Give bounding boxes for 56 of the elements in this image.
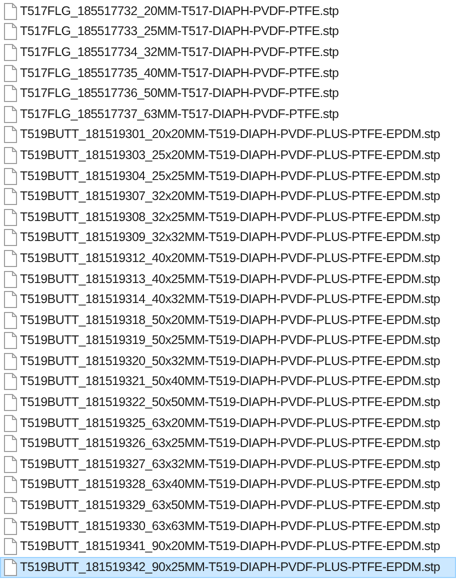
- file-item[interactable]: T519BUTT_181519319_50x25MM-T519-DIAPH-PVDF-PLUS-PTFE-EPDM.stp: [0, 330, 456, 352]
- file-item[interactable]: T519BUTT_181519312_40x20MM-T519-DIAPH-PVDF-PLUS-PTFE-EPDM.stp: [0, 248, 456, 269]
- document-icon: [4, 291, 17, 308]
- file-item[interactable]: T519BUTT_181519322_50x50MM-T519-DIAPH-PVDF-PLUS-PTFE-EPDM.stp: [0, 392, 456, 413]
- document-icon: [4, 518, 17, 535]
- file-item[interactable]: T517FLG_185517736_50MM-T517-DIAPH-PVDF-PTFE.stp: [0, 83, 456, 104]
- file-item[interactable]: T517FLG_185517734_32MM-T517-DIAPH-PVDF-PTFE.stp: [0, 42, 456, 63]
- document-icon: [4, 168, 17, 185]
- document-icon: [4, 146, 17, 164]
- document-icon: [4, 558, 17, 576]
- file-item[interactable]: T517FLG_185517737_63MM-T517-DIAPH-PVDF-PTFE.stp: [0, 104, 456, 125]
- file-item[interactable]: T519BUTT_181519309_32x32MM-T519-DIAPH-PVDF-PLUS-PTFE-EPDM.stp: [0, 228, 456, 248]
- document-icon: [4, 23, 17, 40]
- document-icon: [4, 44, 17, 61]
- file-item[interactable]: T519BUTT_181519318_50x20MM-T519-DIAPH-PVDF-PLUS-PTFE-EPDM.stp: [0, 310, 456, 330]
- document-icon: [4, 270, 17, 288]
- document-icon: [4, 414, 17, 432]
- file-item[interactable]: T519BUTT_181519327_63x32MM-T519-DIAPH-PVDF-PLUS-PTFE-EPDM.stp: [0, 454, 456, 475]
- file-item[interactable]: T519BUTT_181519329_63x50MM-T519-DIAPH-PVDF-PLUS-PTFE-EPDM.stp: [0, 495, 456, 516]
- document-icon: [4, 332, 17, 350]
- document-icon: [4, 352, 17, 370]
- document-icon: [4, 2, 17, 20]
- document-icon: [4, 476, 17, 494]
- file-item[interactable]: T519BUTT_181519301_20x20MM-T519-DIAPH-PVDF-PLUS-PTFE-EPDM.stp: [0, 124, 456, 146]
- file-item[interactable]: T519BUTT_181519342_90x25MM-T519-DIAPH-PVDF-PLUS-PTFE-EPDM.stp: [0, 557, 456, 578]
- file-item[interactable]: T519BUTT_181519304_25x25MM-T519-DIAPH-PVDF-PLUS-PTFE-EPDM.stp: [0, 166, 456, 186]
- file-item[interactable]: T519BUTT_181519326_63x25MM-T519-DIAPH-PVDF-PLUS-PTFE-EPDM.stp: [0, 433, 456, 454]
- file-item[interactable]: T519BUTT_181519314_40x32MM-T519-DIAPH-PVDF-PLUS-PTFE-EPDM.stp: [0, 289, 456, 310]
- document-icon: [4, 106, 17, 123]
- file-item[interactable]: T519BUTT_181519320_50x32MM-T519-DIAPH-PVDF-PLUS-PTFE-EPDM.stp: [0, 351, 456, 372]
- document-icon: [4, 250, 17, 267]
- file-item[interactable]: T519BUTT_181519308_32x25MM-T519-DIAPH-PVDF-PLUS-PTFE-EPDM.stp: [0, 206, 456, 228]
- file-item[interactable]: T519BUTT_181519341_90x20MM-T519-DIAPH-PVDF-PLUS-PTFE-EPDM.stp: [0, 536, 456, 558]
- document-icon: [4, 312, 17, 329]
- file-item[interactable]: T519BUTT_181519303_25x20MM-T519-DIAPH-PVDF-PLUS-PTFE-EPDM.stp: [0, 145, 456, 166]
- file-item[interactable]: T519BUTT_181519313_40x25MM-T519-DIAPH-PVDF-PLUS-PTFE-EPDM.stp: [0, 268, 456, 290]
- document-icon: [4, 394, 17, 412]
- file-item[interactable]: T519BUTT_181519328_63x40MM-T519-DIAPH-PVDF-PLUS-PTFE-EPDM.stp: [0, 474, 456, 496]
- file-item[interactable]: T519BUTT_181519330_63x63MM-T519-DIAPH-PVDF-PLUS-PTFE-EPDM.stp: [0, 516, 456, 536]
- document-icon: [4, 64, 17, 82]
- document-icon: [4, 188, 17, 206]
- document-icon: [4, 435, 17, 452]
- document-icon: [4, 538, 17, 556]
- file-item[interactable]: T519BUTT_181519325_63x20MM-T519-DIAPH-PVDF-PLUS-PTFE-EPDM.stp: [0, 412, 456, 434]
- file-item[interactable]: T519BUTT_181519321_50x40MM-T519-DIAPH-PVDF-PLUS-PTFE-EPDM.stp: [0, 372, 456, 392]
- document-icon: [4, 456, 17, 473]
- file-item[interactable]: T519BUTT_181519307_32x20MM-T519-DIAPH-PVDF-PLUS-PTFE-EPDM.stp: [0, 186, 456, 207]
- document-icon: [4, 373, 17, 390]
- document-icon: [4, 85, 17, 102]
- document-icon: [4, 208, 17, 226]
- document-icon: [4, 229, 17, 246]
- document-icon: [4, 497, 17, 514]
- document-icon: [4, 126, 17, 144]
- file-item[interactable]: T517FLG_185517733_25MM-T517-DIAPH-PVDF-PTFE.stp: [0, 22, 456, 42]
- file-item[interactable]: T517FLG_185517735_40MM-T517-DIAPH-PVDF-PTFE.stp: [0, 62, 456, 84]
- file-item[interactable]: T517FLG_185517732_20MM-T517-DIAPH-PVDF-PTFE.stp: [0, 1, 456, 22]
